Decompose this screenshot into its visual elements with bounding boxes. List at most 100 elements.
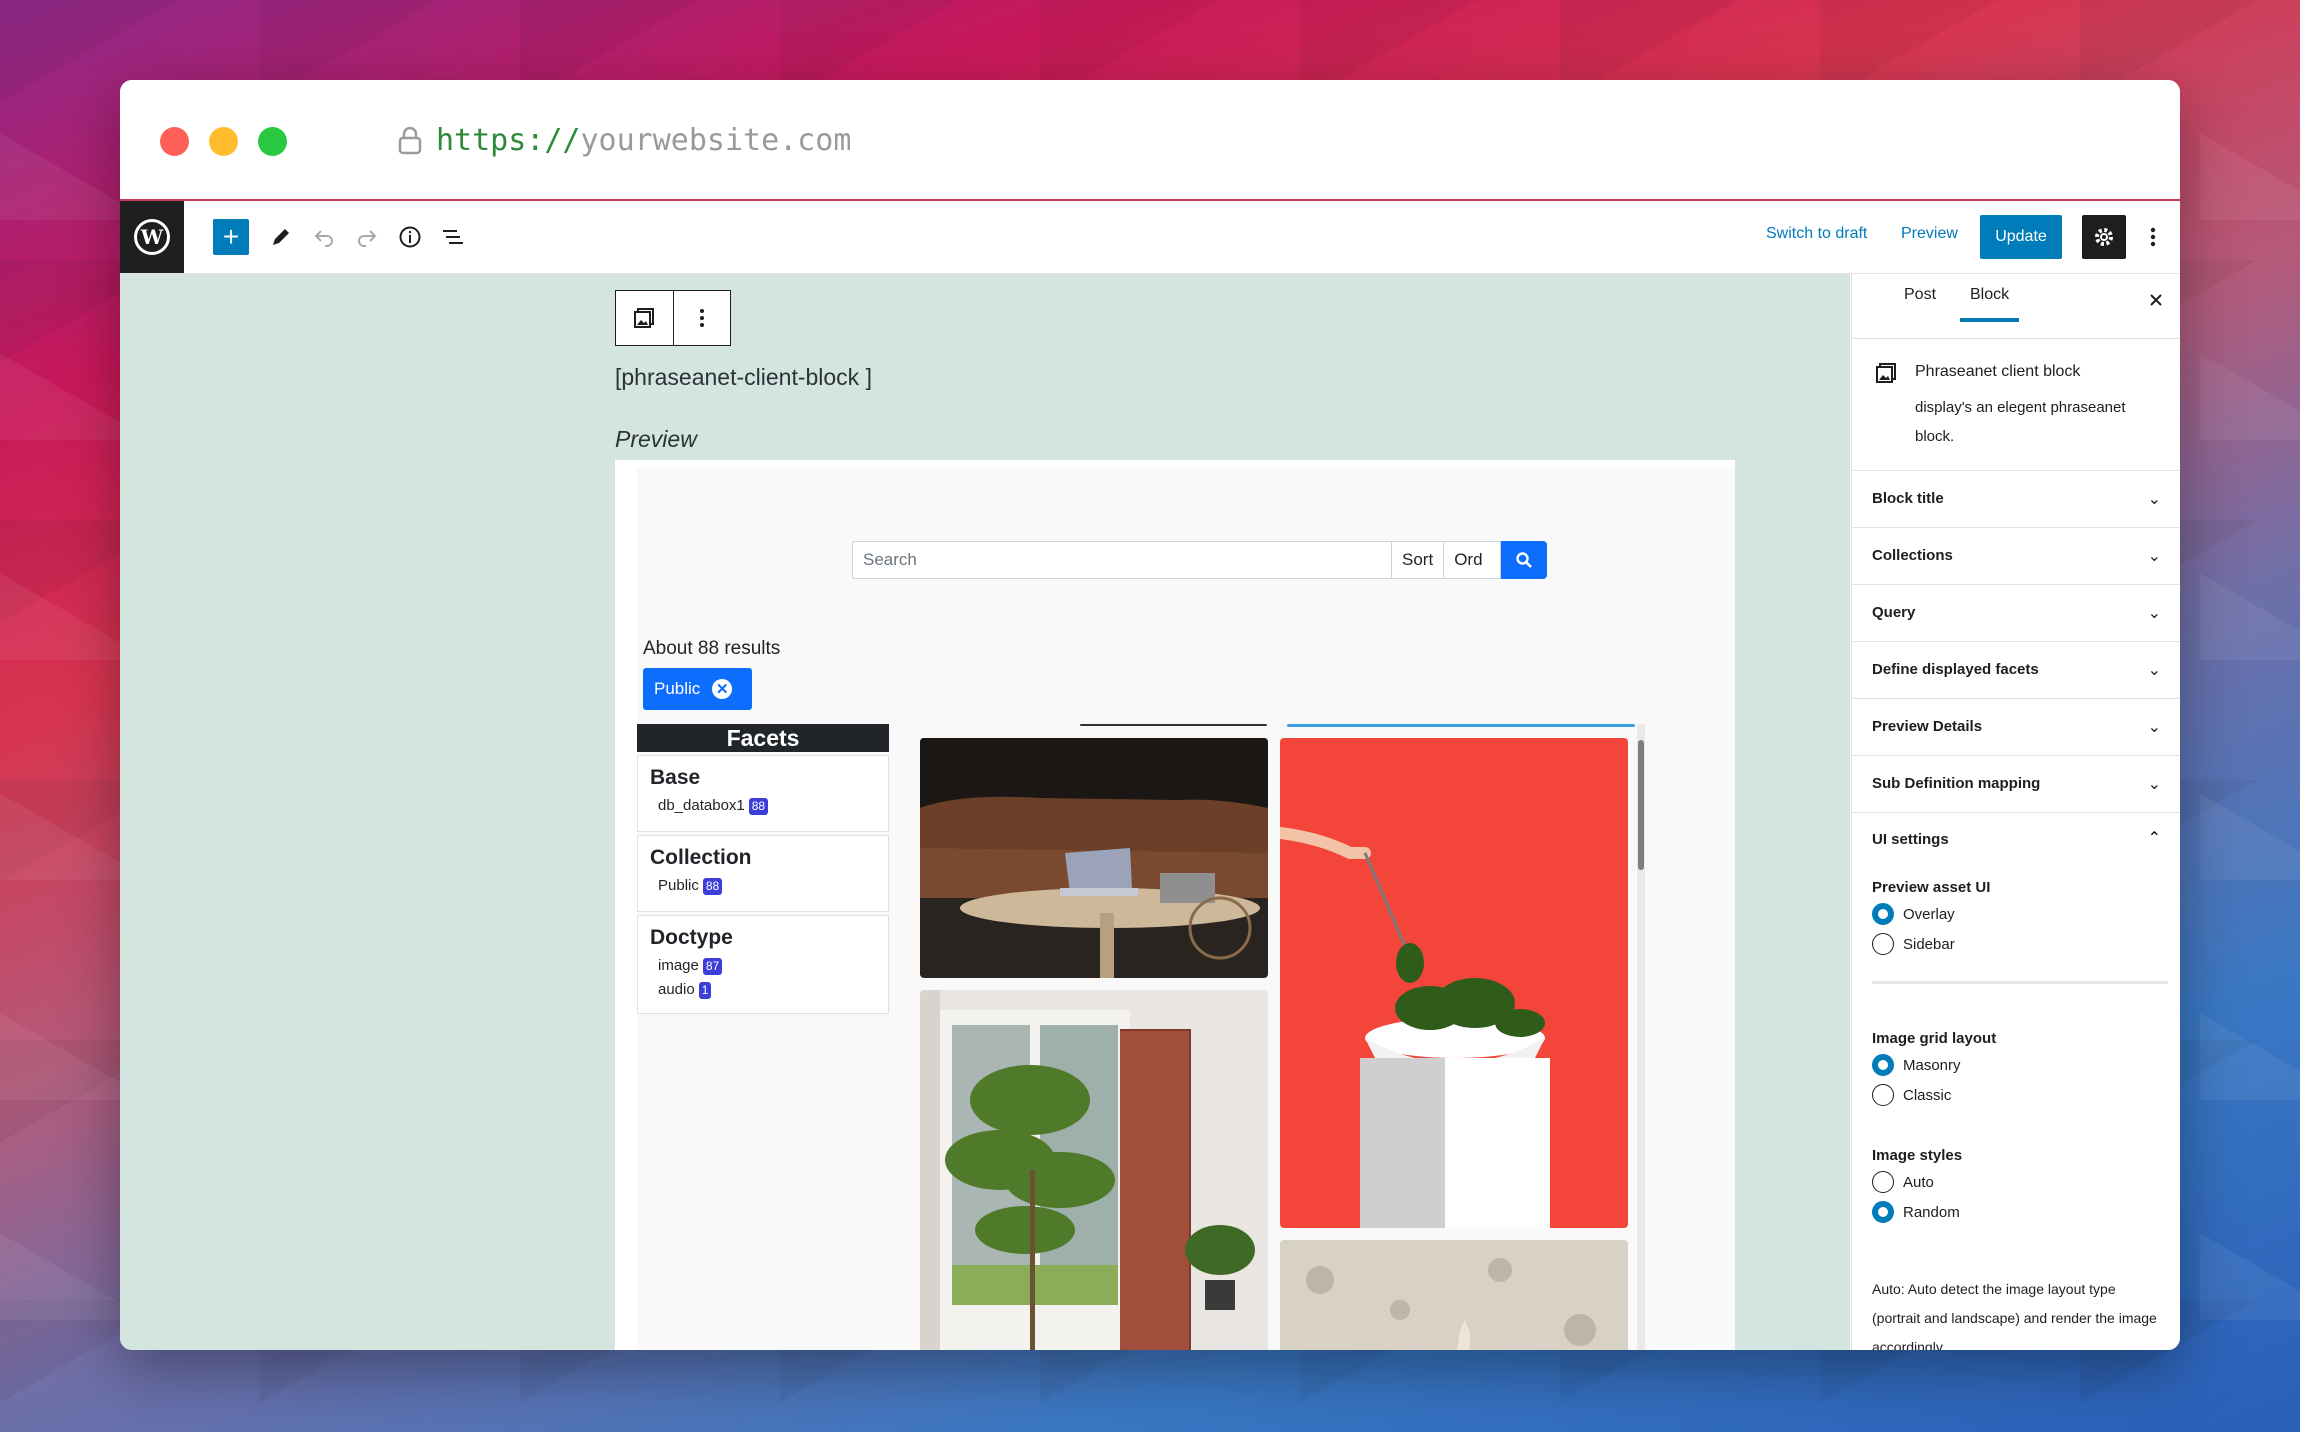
undo-icon <box>314 230 333 247</box>
facet-title: Base <box>650 766 701 789</box>
image-tile[interactable] <box>1287 724 1635 727</box>
scrollbar-thumb[interactable] <box>1638 740 1644 870</box>
search-bar: Search Sort Ord <box>852 541 1548 579</box>
list-view-button[interactable] <box>435 219 471 255</box>
panel-block-title[interactable]: Block title ⌄ <box>1852 471 2180 528</box>
window-maximize-button[interactable] <box>258 127 287 156</box>
preview-label: Preview <box>615 426 697 452</box>
tab-post[interactable]: Post <box>1904 286 1936 304</box>
panel-collections[interactable]: Collections ⌄ <box>1852 528 2180 585</box>
radio-masonry[interactable]: Masonry <box>1872 1054 1961 1076</box>
edit-tools-button[interactable] <box>263 219 299 255</box>
update-button[interactable]: Update <box>1980 215 2062 259</box>
radio-classic[interactable]: Classic <box>1872 1084 1951 1106</box>
search-input[interactable]: Search <box>852 541 1391 579</box>
settings-button[interactable] <box>2082 215 2126 259</box>
image-styles-label: Image styles <box>1872 1147 1963 1164</box>
panel-sub-definition-mapping[interactable]: Sub Definition mapping ⌄ <box>1852 756 2180 813</box>
sort-select[interactable]: Sort <box>1391 541 1444 579</box>
panel-query[interactable]: Query ⌄ <box>1852 585 2180 642</box>
chevron-down-icon: ⌄ <box>2147 548 2161 565</box>
image-tile-living-room[interactable] <box>920 738 1268 978</box>
radio-random[interactable]: Random <box>1872 1201 1960 1223</box>
image-tile-plant[interactable] <box>920 990 1268 1350</box>
count-badge: 88 <box>748 797 769 815</box>
count-badge: 88 <box>702 877 723 895</box>
undo-button[interactable] <box>306 219 342 255</box>
facets-heading: Facets <box>637 724 889 752</box>
block-description: display's an elegent phraseanet block. <box>1915 399 2126 445</box>
chevron-up-icon[interactable]: ⌃ <box>2148 828 2161 848</box>
active-filter-label: Public <box>654 679 701 698</box>
living-room-photo <box>920 738 1268 978</box>
image-tile-salad[interactable] <box>1280 738 1628 1228</box>
radio-selected-icon <box>1872 1054 1894 1076</box>
facet-item[interactable]: db_databox1 88 <box>650 794 876 818</box>
info-icon <box>399 226 421 248</box>
radio-overlay[interactable]: Overlay <box>1872 903 1955 925</box>
vertical-dots-icon <box>699 309 704 327</box>
count-badge: 87 <box>702 957 723 975</box>
block-preview: Search Sort Ord About 88 results Public … <box>615 460 1735 1350</box>
browser-window: https://yourwebsite.com W + Switch to dr… <box>120 80 2180 1350</box>
more-options-button[interactable] <box>2138 219 2168 255</box>
image-grid <box>920 724 1640 1350</box>
radio-auto[interactable]: Auto <box>1872 1171 1934 1193</box>
preview-button[interactable]: Preview <box>1901 225 1958 243</box>
block-options-button[interactable] <box>672 291 731 345</box>
block-toolbar <box>615 290 731 346</box>
panel-preview-details[interactable]: Preview Details ⌄ <box>1852 699 2180 756</box>
wordpress-icon: W <box>134 219 170 255</box>
wordpress-logo-button[interactable]: W <box>120 201 184 273</box>
browser-chrome: https://yourwebsite.com <box>120 80 2180 201</box>
switch-to-draft-button[interactable]: Switch to draft <box>1766 225 1867 243</box>
order-select[interactable]: Ord <box>1443 541 1502 579</box>
settings-sidebar: Post Block Phraseanet client block displ… <box>1851 274 2180 1350</box>
url-host: yourwebsite.com <box>580 122 852 158</box>
image-tile-rock[interactable] <box>1280 1240 1628 1350</box>
close-sidebar-button[interactable] <box>2149 290 2163 313</box>
block-name: Phraseanet client block <box>1915 363 2081 380</box>
panel-displayed-facets[interactable]: Define displayed facets ⌄ <box>1852 642 2180 699</box>
facet-item[interactable]: Public 88 <box>650 874 876 898</box>
count-badge: 1 <box>698 981 712 999</box>
salad-photo <box>1280 738 1628 1228</box>
facet-group-doctype: Doctype image 87 audio 1 <box>637 915 889 1014</box>
facet-title: Collection <box>650 846 752 869</box>
facet-item[interactable]: audio 1 <box>650 978 876 1002</box>
results-count: About 88 results <box>643 638 781 659</box>
address-bar[interactable]: https://yourwebsite.com <box>398 118 851 162</box>
grid-scrollbar[interactable] <box>1637 724 1645 1350</box>
editor-canvas: [phraseanet-client-block ] Preview Searc… <box>120 274 1850 1350</box>
tab-block[interactable]: Block <box>1959 286 2020 322</box>
vertical-dots-icon <box>2150 227 2156 247</box>
section-divider <box>1872 981 2168 984</box>
window-close-button[interactable] <box>160 127 189 156</box>
chevron-down-icon: ⌄ <box>2147 605 2161 622</box>
sidebar-tabs: Post Block <box>1852 274 2180 339</box>
facet-title: Doctype <box>650 926 733 949</box>
facet-group-collection: Collection Public 88 <box>637 835 889 912</box>
chevron-down-icon: ⌄ <box>2147 491 2161 508</box>
panel-ui-settings: UI settings ⌃ Preview asset UI Overlay S… <box>1852 813 2180 1350</box>
lock-icon <box>398 125 422 155</box>
block-card: Phraseanet client block display's an ele… <box>1852 339 2180 471</box>
add-block-button[interactable]: + <box>213 219 249 255</box>
search-button[interactable] <box>1501 541 1548 579</box>
plant-photo <box>920 990 1268 1350</box>
redo-button[interactable] <box>349 219 385 255</box>
list-view-icon <box>443 230 463 244</box>
image-tile[interactable] <box>1080 724 1267 726</box>
window-minimize-button[interactable] <box>209 127 238 156</box>
active-filter-chip[interactable]: Public ✕ <box>643 668 753 710</box>
facet-item[interactable]: image 87 <box>650 954 876 978</box>
url-scheme: https:// <box>436 122 581 158</box>
block-type-button[interactable] <box>616 291 673 345</box>
radio-unselected-icon <box>1872 1171 1894 1193</box>
remove-filter-icon[interactable]: ✕ <box>712 679 733 699</box>
details-button[interactable] <box>392 219 428 255</box>
ui-settings-title[interactable]: UI settings <box>1872 831 1949 848</box>
radio-sidebar[interactable]: Sidebar <box>1872 933 1955 955</box>
image-grid-layout-label: Image grid layout <box>1872 1030 1997 1047</box>
facet-group-base: Base db_databox1 88 <box>637 755 889 832</box>
